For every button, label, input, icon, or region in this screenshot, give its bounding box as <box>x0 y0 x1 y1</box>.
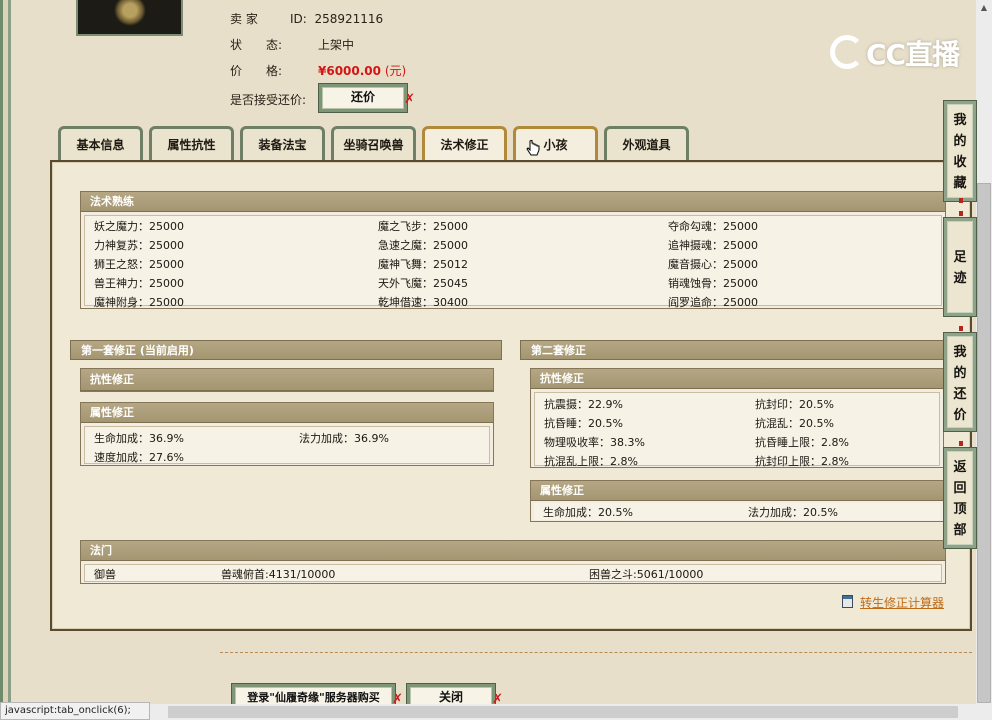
seller-row: 卖 家 ID: 258921116 <box>230 10 383 27</box>
set1-attr-table: 生命加成：36.9% 法力加成：36.9% 速度加成：27.6% <box>84 426 490 464</box>
resist-cell: 抗封印：20.5% <box>755 398 834 411</box>
spell-cell: 急速之魔：25000 <box>378 239 468 252</box>
set1-resist-box: 抗性修正 <box>80 368 494 392</box>
set2-resist-title: 抗性修正 <box>531 369 943 389</box>
spell-mastery-box: 法术熟练 妖之魔力：25000 魔之飞步：25000 夺命勾魂：25000 力神… <box>80 191 946 309</box>
spell-cell: 乾坤借速：30400 <box>378 296 468 309</box>
vertical-scrollbar-thumb[interactable] <box>977 183 991 703</box>
spell-cell: 魔神飞舞：25012 <box>378 258 468 271</box>
resist-cell: 抗封印上限：2.8% <box>755 455 849 468</box>
school-cell: 困兽之斗:5061/10000 <box>589 568 704 581</box>
calculator-icon <box>842 595 853 608</box>
set2-attr-table: 生命加成：20.5% 法力加成：20.5% <box>534 503 940 520</box>
status-label: 状 态: <box>230 38 283 52</box>
school-table: 御兽 兽魂俯首:4131/10000 困兽之斗:5061/10000 <box>84 564 942 582</box>
resist-cell: 抗昏睡上限：2.8% <box>755 436 849 449</box>
rebirth-calculator-link[interactable]: 转生修正计算器 <box>860 594 944 611</box>
cc-logo-icon <box>830 35 864 69</box>
resist-cell: 物理吸收率：38.3% <box>544 436 645 449</box>
resist-cell: 抗混乱：20.5% <box>755 417 834 430</box>
spell-cell: 天外飞魔：25045 <box>378 277 468 290</box>
horizontal-scrollbar-thumb[interactable] <box>168 706 958 718</box>
attr-cell: 速度加成：27.6% <box>94 451 184 464</box>
seller-id-value: 258921116 <box>314 12 384 26</box>
login-server-buy-label: 登录"仙履奇缘"服务器购买 <box>247 691 380 704</box>
price-row: 价 格: ¥6000.00 (元) <box>230 62 406 79</box>
school-title: 法门 <box>81 541 945 561</box>
spell-cell: 追神摄魂：25000 <box>668 239 758 252</box>
status-value: 上架中 <box>318 38 355 52</box>
close-button-label: 关闭 <box>438 690 463 704</box>
tab-basic-info[interactable]: 基本信息 <box>58 126 143 160</box>
spell-cell: 阎罗追命：25000 <box>668 296 758 309</box>
set2-attr-title: 属性修正 <box>531 481 943 501</box>
set2-resist-box: 抗性修正 抗震摄：22.9% 抗封印：20.5% 抗昏睡：20.5% 抗混乱：2… <box>530 368 944 468</box>
counter-offer-button[interactable]: 还价 ✗ <box>319 84 415 112</box>
status-row: 状 态: 上架中 <box>230 36 354 53</box>
counter-offer-label: 还价 <box>350 90 375 104</box>
accept-offer-label: 是否接受还价: <box>230 93 307 107</box>
school-cell: 御兽 <box>94 568 116 581</box>
spell-cell: 兽王神力：25000 <box>94 277 184 290</box>
resist-cell: 抗震摄：22.9% <box>544 398 623 411</box>
resist-cell: 抗混乱上限：2.8% <box>544 455 638 468</box>
attr-cell: 法力加成：20.5% <box>748 506 838 519</box>
divider <box>220 652 972 653</box>
spell-cell: 魔之飞步：25000 <box>378 220 468 233</box>
back-to-top-button[interactable]: 返回顶部 <box>944 441 976 548</box>
close-x-icon: ✗ <box>404 92 415 107</box>
seller-label: 卖 家 <box>230 12 258 26</box>
spell-mastery-title: 法术熟练 <box>81 192 945 212</box>
spell-cell: 魔神附身：25000 <box>94 296 184 309</box>
spell-cell: 夺命勾魂：25000 <box>668 220 758 233</box>
browser-status-bar: javascript:tab_onclick(6); <box>0 702 150 720</box>
price-value: ¥6000.00 <box>318 64 382 78</box>
attr-cell: 法力加成：36.9% <box>299 432 389 445</box>
tab-attributes[interactable]: 属性抗性 <box>149 126 234 160</box>
seller-id-label: ID: <box>290 12 307 26</box>
character-avatar <box>76 0 183 36</box>
my-offers-button[interactable]: 我的还价 <box>944 326 976 431</box>
set1-title: 第一套修正 (当前启用) <box>70 340 502 360</box>
tab-appearance[interactable]: 外观道具 <box>604 126 689 160</box>
attr-cell: 生命加成：36.9% <box>94 432 184 445</box>
cc-live-logo: CC直播 <box>866 38 960 71</box>
spell-cell: 力神复苏：25000 <box>94 239 184 252</box>
tab-equipment[interactable]: 装备法宝 <box>240 126 325 160</box>
left-frame-border <box>0 0 20 720</box>
tab-mounts-pets[interactable]: 坐骑召唤兽 <box>331 126 416 160</box>
set1-attr-box: 属性修正 生命加成：36.9% 法力加成：36.9% 速度加成：27.6% <box>80 402 494 466</box>
tab-spell-correction[interactable]: 法术修正 <box>422 126 507 160</box>
set1-resist-title: 抗性修正 <box>81 369 493 391</box>
price-unit: (元) <box>384 64 407 78</box>
my-favorites-button[interactable]: 我的收藏 <box>944 101 976 203</box>
hand-cursor-icon <box>526 140 540 156</box>
resist-cell: 抗昏睡：20.5% <box>544 417 623 430</box>
set2-resist-table: 抗震摄：22.9% 抗封印：20.5% 抗昏睡：20.5% 抗混乱：20.5% … <box>534 392 940 468</box>
set2-attr-box: 属性修正 生命加成：20.5% 法力加成：20.5% <box>530 480 944 522</box>
set1-attr-title: 属性修正 <box>81 403 493 423</box>
attr-cell: 生命加成：20.5% <box>543 506 633 519</box>
school-box: 法门 御兽 兽魂俯首:4131/10000 困兽之斗:5061/10000 <box>80 540 946 584</box>
set2-title: 第二套修正 <box>520 340 944 360</box>
tab-content-panel: 法术熟练 妖之魔力：25000 魔之飞步：25000 夺命勾魂：25000 力神… <box>50 160 972 631</box>
accept-offer-row: 是否接受还价: <box>230 91 306 108</box>
price-label: 价 格: <box>230 64 283 78</box>
scroll-up-arrow-icon[interactable]: ▲ <box>977 0 991 16</box>
spell-cell: 魔音摄心：25000 <box>668 258 758 271</box>
footprint-button[interactable]: 足迹 <box>944 211 976 316</box>
spell-mastery-table: 妖之魔力：25000 魔之飞步：25000 夺命勾魂：25000 力神复苏：25… <box>84 215 942 309</box>
spell-cell: 妖之魔力：25000 <box>94 220 184 233</box>
school-cell: 兽魂俯首:4131/10000 <box>221 568 336 581</box>
spell-cell: 销魂蚀骨：25000 <box>668 277 758 290</box>
spell-cell: 狮王之怒：25000 <box>94 258 184 271</box>
